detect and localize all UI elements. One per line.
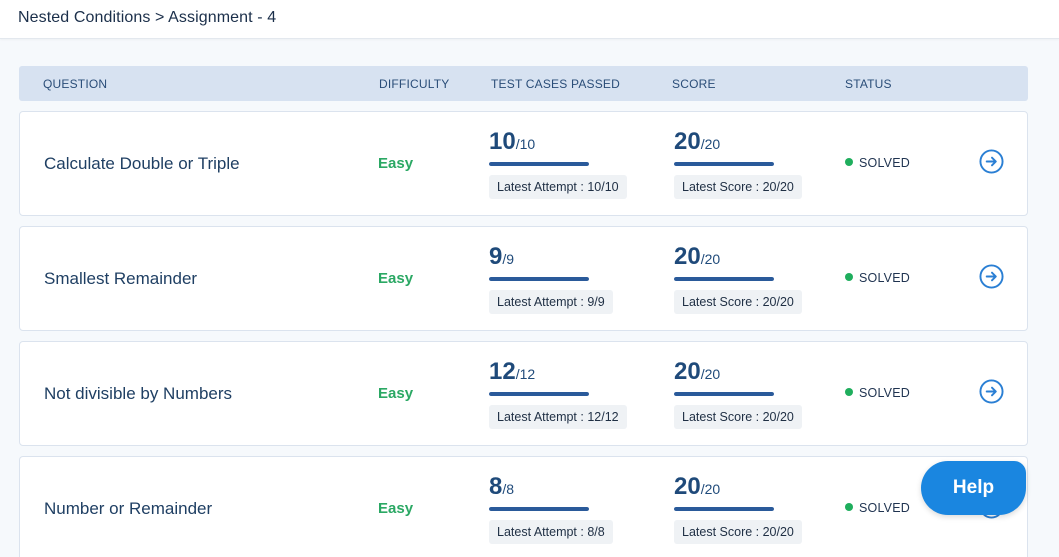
question-name[interactable]: Number or Remainder [44, 499, 212, 519]
header-difficulty: DIFFICULTY [379, 77, 450, 91]
score-progress-bar [674, 392, 774, 396]
tests-passed-count: 8 [489, 473, 503, 500]
score-total: /20 [700, 251, 721, 267]
tests-progress-fill [489, 507, 589, 511]
latest-attempt-chip: Latest Attempt : 9/9 [489, 290, 613, 314]
score-progress-bar [674, 507, 774, 511]
status: SOLVED [845, 386, 910, 400]
tests-total: /12 [515, 366, 536, 382]
score-progress-fill [674, 277, 774, 281]
status: SOLVED [845, 501, 910, 515]
score: 20/20 [674, 243, 720, 271]
tests-progress-bar [489, 507, 589, 511]
score-progress-bar [674, 277, 774, 281]
tests-progress-fill [489, 392, 589, 396]
status-dot-icon [845, 158, 853, 166]
score-value: 20 [674, 128, 701, 155]
score-value: 20 [674, 473, 701, 500]
tests-progress-bar [489, 277, 589, 281]
status-label: SOLVED [859, 386, 910, 400]
score-progress-fill [674, 392, 774, 396]
status-label: SOLVED [859, 271, 910, 285]
tests-progress-fill [489, 277, 589, 281]
latest-score-chip: Latest Score : 20/20 [674, 175, 802, 199]
question-name[interactable]: Not divisible by Numbers [44, 384, 232, 404]
latest-attempt-chip: Latest Attempt : 8/8 [489, 520, 613, 544]
tests-progress-bar [489, 392, 589, 396]
arrow-right-circle-icon[interactable] [979, 264, 1004, 289]
status-label: SOLVED [859, 156, 910, 170]
status-dot-icon [845, 503, 853, 511]
latest-score-chip: Latest Score : 20/20 [674, 405, 802, 429]
tests-progress-bar [489, 162, 589, 166]
tests-passed: 10/10 [489, 128, 535, 156]
score-total: /20 [700, 481, 721, 497]
status-dot-icon [845, 273, 853, 281]
latest-attempt-chip: Latest Attempt : 10/10 [489, 175, 627, 199]
score-value: 20 [674, 243, 701, 270]
table-row[interactable]: Number or Remainder Easy 8/8 Latest Atte… [19, 456, 1028, 557]
question-name[interactable]: Smallest Remainder [44, 269, 197, 289]
table-row[interactable]: Not divisible by Numbers Easy 12/12 Late… [19, 341, 1028, 446]
breadcrumb[interactable]: Nested Conditions > Assignment - 4 [18, 9, 276, 27]
score: 20/20 [674, 358, 720, 386]
tests-passed-count: 12 [489, 358, 516, 385]
score: 20/20 [674, 128, 720, 156]
latest-score-chip: Latest Score : 20/20 [674, 290, 802, 314]
header-score: SCORE [672, 77, 716, 91]
latest-attempt-chip: Latest Attempt : 12/12 [489, 405, 627, 429]
help-button[interactable]: Help [921, 461, 1026, 515]
header-status: STATUS [845, 77, 892, 91]
question-name[interactable]: Calculate Double or Triple [44, 154, 240, 174]
status: SOLVED [845, 156, 910, 170]
top-bar: Nested Conditions > Assignment - 4 [0, 0, 1059, 39]
difficulty-badge: Easy [378, 385, 414, 402]
tests-passed: 12/12 [489, 358, 535, 386]
table-header: QUESTION DIFFICULTY TEST CASES PASSED SC… [19, 66, 1028, 101]
status-label: SOLVED [859, 501, 910, 515]
tests-progress-fill [489, 162, 589, 166]
score-progress-fill [674, 507, 774, 511]
score-total: /20 [700, 136, 721, 152]
difficulty-badge: Easy [378, 155, 414, 172]
tests-total: /9 [502, 251, 515, 267]
header-question: QUESTION [43, 77, 108, 91]
score-value: 20 [674, 358, 701, 385]
tests-total: /8 [502, 481, 515, 497]
score: 20/20 [674, 473, 720, 501]
score-total: /20 [700, 366, 721, 382]
tests-passed: 9/9 [489, 243, 514, 271]
difficulty-badge: Easy [378, 500, 414, 517]
table-row[interactable]: Calculate Double or Triple Easy 10/10 La… [19, 111, 1028, 216]
latest-score-chip: Latest Score : 20/20 [674, 520, 802, 544]
tests-passed-count: 10 [489, 128, 516, 155]
tests-passed-count: 9 [489, 243, 503, 270]
table-row[interactable]: Smallest Remainder Easy 9/9 Latest Attem… [19, 226, 1028, 331]
status-dot-icon [845, 388, 853, 396]
tests-total: /10 [515, 136, 536, 152]
status: SOLVED [845, 271, 910, 285]
header-test-cases: TEST CASES PASSED [491, 77, 620, 91]
tests-passed: 8/8 [489, 473, 514, 501]
arrow-right-circle-icon[interactable] [979, 149, 1004, 174]
arrow-right-circle-icon[interactable] [979, 379, 1004, 404]
difficulty-badge: Easy [378, 270, 414, 287]
score-progress-bar [674, 162, 774, 166]
score-progress-fill [674, 162, 774, 166]
